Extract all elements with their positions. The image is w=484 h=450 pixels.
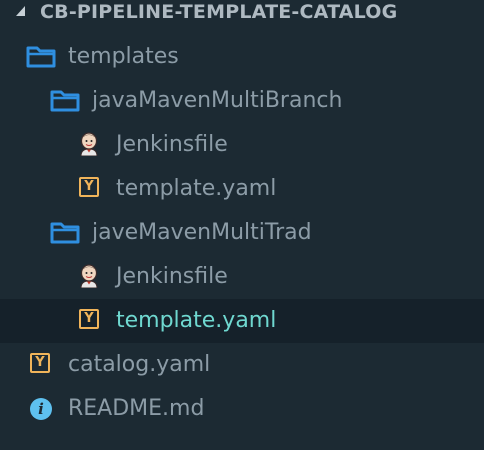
yaml-file-icon: Y <box>30 353 50 373</box>
tree-item-label: templates <box>68 44 179 69</box>
tree-item-readme[interactable]: i README.md <box>0 387 484 431</box>
tree-item-catalog-yaml[interactable]: Y catalog.yaml <box>0 343 484 387</box>
tree-item-label: catalog.yaml <box>68 352 211 377</box>
info-icon: i <box>30 398 52 420</box>
tree-item-label: Jenkinsfile <box>116 264 228 289</box>
collapse-arrow-icon[interactable] <box>16 6 25 16</box>
tree-item-templates-folder[interactable]: templates <box>0 35 484 79</box>
tree-item-template-yaml-selected[interactable]: Y template.yaml <box>0 299 484 343</box>
tree-item-javamavenmultibranch-folder[interactable]: javaMavenMultiBranch <box>0 79 484 123</box>
folder-icon <box>26 46 56 68</box>
tree-item-label: javeMavenMultiTrad <box>92 220 312 245</box>
explorer-section-title: CB-PIPELINE-TEMPLATE-CATALOG <box>40 1 398 23</box>
tree-item-label: README.md <box>68 396 205 421</box>
folder-icon <box>50 222 80 244</box>
yaml-file-icon: Y <box>79 177 99 197</box>
jenkins-icon <box>80 264 98 288</box>
tree-item-template-yaml[interactable]: Y template.yaml <box>0 167 484 211</box>
tree-item-label: Jenkinsfile <box>116 132 228 157</box>
tree-item-label: template.yaml <box>116 176 277 201</box>
tree-item-jenkinsfile[interactable]: Jenkinsfile <box>0 255 484 299</box>
tree-item-label: javaMavenMultiBranch <box>92 88 343 113</box>
folder-icon <box>50 90 80 112</box>
tree-item-label: template.yaml <box>116 308 277 333</box>
tree-item-jenkinsfile[interactable]: Jenkinsfile <box>0 123 484 167</box>
explorer-section-header[interactable]: CB-PIPELINE-TEMPLATE-CATALOG <box>0 0 484 26</box>
jenkins-icon <box>80 132 98 156</box>
file-explorer: CB-PIPELINE-TEMPLATE-CATALOG templates j… <box>0 0 484 450</box>
tree-item-javemavenmultitrad-folder[interactable]: javeMavenMultiTrad <box>0 211 484 255</box>
yaml-file-icon: Y <box>79 309 99 329</box>
